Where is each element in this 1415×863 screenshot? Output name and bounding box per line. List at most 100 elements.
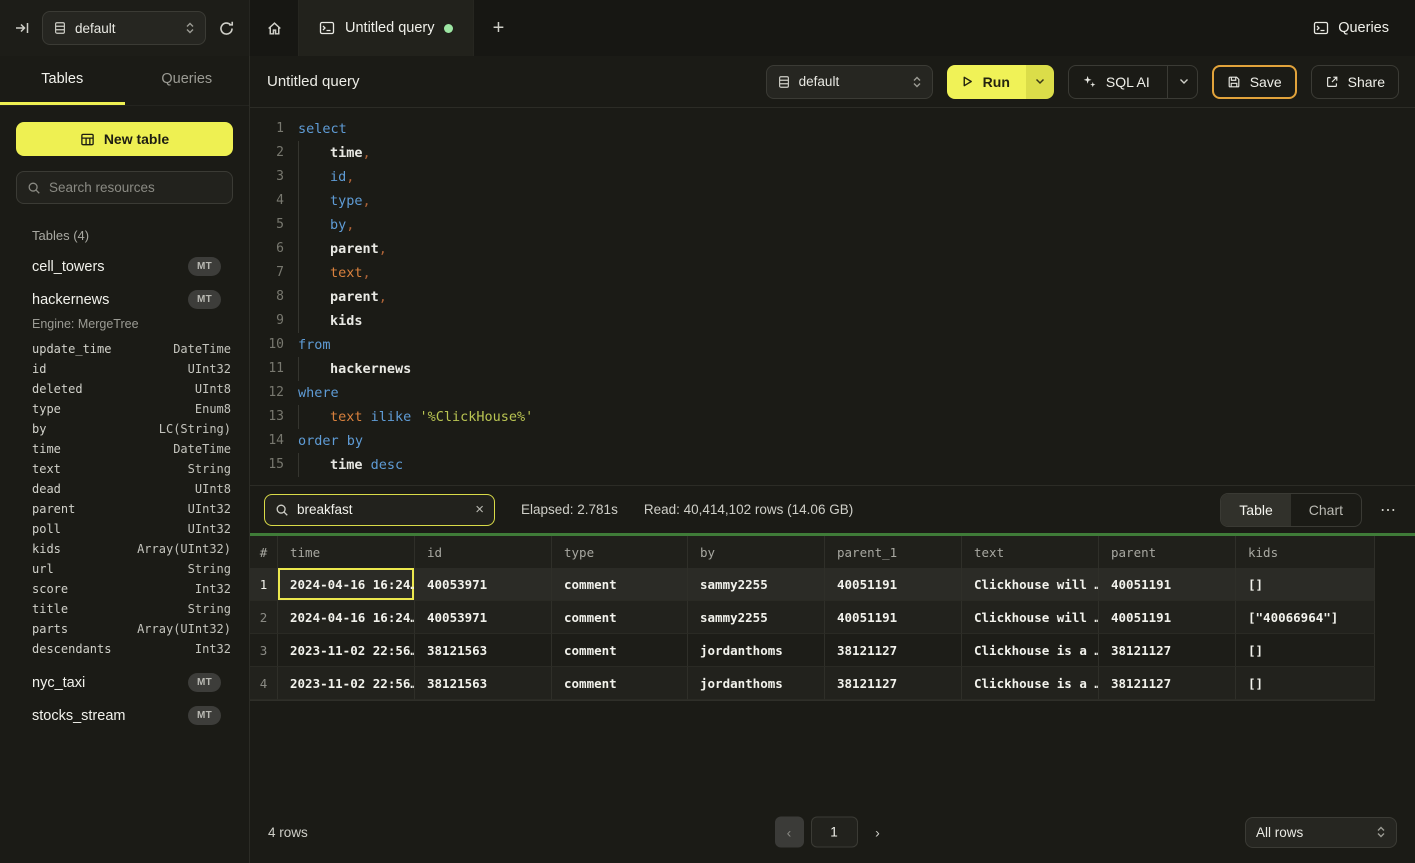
column-header-parent[interactable]: parent <box>1099 536 1236 568</box>
refresh-icon[interactable] <box>218 20 235 37</box>
column-row[interactable]: timeDateTime <box>16 439 233 459</box>
search-resources-input[interactable] <box>49 180 226 195</box>
view-toggle-table[interactable]: Table <box>1221 494 1290 526</box>
table-cell[interactable]: jordanthoms <box>688 634 825 667</box>
table-cell[interactable]: 40053971 <box>415 568 552 601</box>
clear-search-icon[interactable]: × <box>475 502 484 517</box>
column-header-parent_1[interactable]: parent_1 <box>825 536 962 568</box>
column-row[interactable]: textString <box>16 459 233 479</box>
home-icon[interactable] <box>250 0 298 56</box>
queries-button[interactable]: Queries <box>1313 0 1389 56</box>
chevron-up-down-icon <box>1376 826 1386 838</box>
column-row[interactable]: partsArray(UInt32) <box>16 619 233 639</box>
column-row[interactable]: update_timeDateTime <box>16 339 233 359</box>
more-options-icon[interactable]: ⋯ <box>1376 500 1401 520</box>
column-row[interactable]: scoreInt32 <box>16 579 233 599</box>
column-row[interactable]: kidsArray(UInt32) <box>16 539 233 559</box>
table-cell[interactable]: Clickhouse will … <box>962 601 1099 634</box>
line-number: 9 <box>250 309 284 333</box>
table-cell[interactable]: ["40066964"] <box>1236 601 1375 634</box>
table-cell[interactable]: comment <box>552 568 688 601</box>
run-options-button[interactable] <box>1026 65 1054 99</box>
sidebar-table-item-cell_towers[interactable]: cell_towersMT <box>16 257 233 276</box>
sidebar-table-item-nyc_taxi[interactable]: nyc_taxiMT <box>16 673 233 692</box>
table-cell[interactable]: 40051191 <box>1099 568 1236 601</box>
column-header-type[interactable]: type <box>552 536 688 568</box>
sidebar-tab-tables[interactable]: Tables <box>0 56 125 105</box>
save-button[interactable]: Save <box>1212 65 1297 99</box>
column-row[interactable]: pollUInt32 <box>16 519 233 539</box>
column-row[interactable]: byLC(String) <box>16 419 233 439</box>
column-header-index[interactable]: # <box>250 536 278 568</box>
new-table-button[interactable]: New table <box>16 122 233 156</box>
view-toggle-chart[interactable]: Chart <box>1291 494 1361 526</box>
current-page[interactable]: 1 <box>811 817 858 848</box>
column-row[interactable]: deletedUInt8 <box>16 379 233 399</box>
table-cell[interactable]: jordanthoms <box>688 667 825 700</box>
table-cell[interactable]: 40053971 <box>415 601 552 634</box>
run-button[interactable]: Run <box>947 65 1026 99</box>
table-cell[interactable]: comment <box>552 601 688 634</box>
table-cell[interactable]: Clickhouse will … <box>962 568 1099 601</box>
new-tab-button[interactable]: + <box>474 0 522 56</box>
sql-ai-button[interactable]: SQL AI <box>1068 65 1198 99</box>
play-icon <box>961 75 974 88</box>
table-cell[interactable]: [] <box>1236 667 1375 700</box>
table-cell[interactable]: 38121127 <box>1099 634 1236 667</box>
column-row[interactable]: deadUInt8 <box>16 479 233 499</box>
table-cell[interactable]: 40051191 <box>825 601 962 634</box>
table-cell[interactable]: 38121127 <box>825 634 962 667</box>
sidebar-tab-queries[interactable]: Queries <box>125 56 250 105</box>
column-header-id[interactable]: id <box>415 536 552 568</box>
sql-token: kids <box>330 309 363 333</box>
table-cell[interactable]: 38121563 <box>415 667 552 700</box>
page-size-select[interactable]: All rows <box>1245 817 1397 848</box>
results-search-input[interactable] <box>297 502 467 517</box>
table-cell[interactable]: [] <box>1236 568 1375 601</box>
prev-page-button[interactable]: ‹ <box>775 817 804 848</box>
sidebar-table-item-stocks_stream[interactable]: stocks_streamMT <box>16 706 233 725</box>
collapse-sidebar-icon[interactable] <box>14 20 30 36</box>
column-header-by[interactable]: by <box>688 536 825 568</box>
top-bar: default Untitled query <box>0 0 1415 56</box>
row-index: 3 <box>250 634 278 667</box>
column-row[interactable]: urlString <box>16 559 233 579</box>
table-cell[interactable]: 2024-04-16 16:24… <box>278 568 415 601</box>
next-page-button[interactable]: › <box>865 817 891 848</box>
column-header-time[interactable]: time <box>278 536 415 568</box>
table-cell[interactable]: 2023-11-02 22:56… <box>278 667 415 700</box>
column-row[interactable]: idUInt32 <box>16 359 233 379</box>
sidebar: Tables Queries New table Ta <box>0 56 250 863</box>
column-type: String <box>188 562 231 576</box>
tab-untitled-query[interactable]: Untitled query <box>298 0 474 56</box>
column-header-text[interactable]: text <box>962 536 1099 568</box>
table-cell[interactable]: [] <box>1236 634 1375 667</box>
column-header-kids[interactable]: kids <box>1236 536 1375 568</box>
table-cell[interactable]: 40051191 <box>825 568 962 601</box>
table-cell[interactable]: Clickhouse is a … <box>962 667 1099 700</box>
chevron-down-icon[interactable] <box>1179 78 1189 85</box>
table-cell[interactable]: sammy2255 <box>688 568 825 601</box>
column-type: DateTime <box>173 342 231 356</box>
table-cell[interactable]: 2024-04-16 16:24… <box>278 601 415 634</box>
table-cell[interactable]: 38121127 <box>1099 667 1236 700</box>
table-cell[interactable]: 38121563 <box>415 634 552 667</box>
table-cell[interactable]: comment <box>552 634 688 667</box>
sql-editor[interactable]: 1select2time,3id,4type,5by,6parent,7text… <box>250 108 1415 485</box>
results-toolbar-right: Table Chart ⋯ <box>1220 493 1401 527</box>
database-select-top[interactable]: default <box>42 11 206 45</box>
table-cell[interactable]: Clickhouse is a … <box>962 634 1099 667</box>
table-cell[interactable]: comment <box>552 667 688 700</box>
column-row[interactable]: typeEnum8 <box>16 399 233 419</box>
column-row[interactable]: parentUInt32 <box>16 499 233 519</box>
sidebar-table-item-hackernews[interactable]: hackernewsMT <box>16 290 233 309</box>
column-row[interactable]: descendantsInt32 <box>16 639 233 659</box>
table-cell[interactable]: 38121127 <box>825 667 962 700</box>
table-cell[interactable]: 2023-11-02 22:56… <box>278 634 415 667</box>
table-cell[interactable]: sammy2255 <box>688 601 825 634</box>
database-select-query[interactable]: default <box>766 65 933 99</box>
column-row[interactable]: titleString <box>16 599 233 619</box>
share-button[interactable]: Share <box>1311 65 1399 99</box>
table-cell[interactable]: 40051191 <box>1099 601 1236 634</box>
column-type: Array(UInt32) <box>137 622 231 636</box>
